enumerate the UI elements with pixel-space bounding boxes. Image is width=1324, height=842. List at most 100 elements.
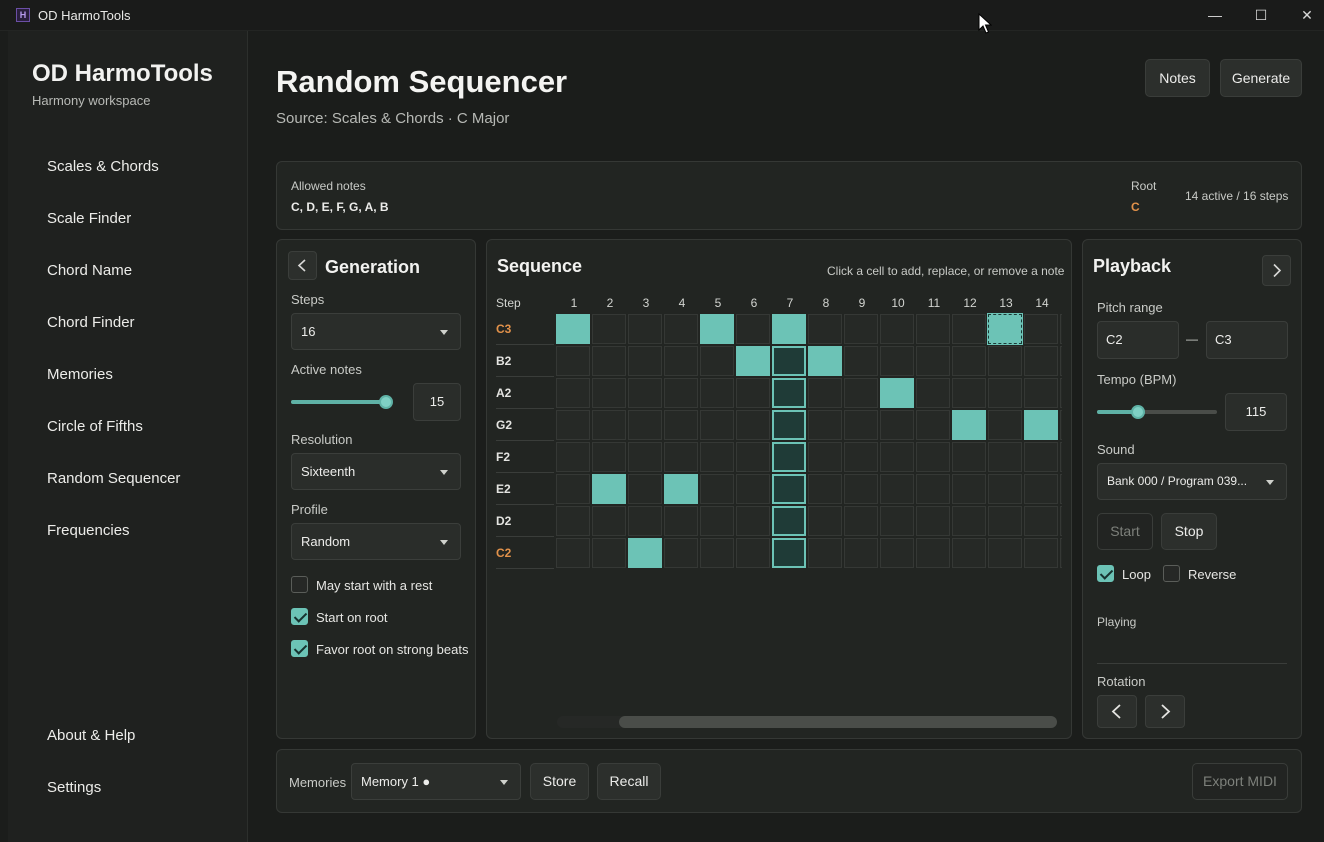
rotate-right-button[interactable]: [1145, 695, 1185, 728]
active-notes-input[interactable]: 15: [413, 383, 461, 421]
sequence-cell-a2-step-15[interactable]: [1060, 378, 1062, 408]
profile-select[interactable]: Random: [291, 523, 461, 560]
sequence-cell-b2-step-9[interactable]: [844, 346, 878, 376]
sequence-cell-d2-step-6[interactable]: [736, 506, 770, 536]
resolution-select[interactable]: Sixteenth: [291, 453, 461, 490]
sequence-cell-e2-step-14[interactable]: [1024, 474, 1058, 504]
sequence-cell-d2-step-11[interactable]: [916, 506, 950, 536]
sequence-cell-d2-step-10[interactable]: [880, 506, 914, 536]
sequence-cell-b2-step-12[interactable]: [952, 346, 986, 376]
start-on-root-checkbox[interactable]: [291, 608, 308, 625]
close-icon[interactable]: ✕: [1284, 0, 1324, 31]
sequence-cell-c2-step-8[interactable]: [808, 538, 842, 568]
sequence-cell-e2-step-8[interactable]: [808, 474, 842, 504]
sequence-cell-f2-step-14[interactable]: [1024, 442, 1058, 472]
sequence-cell-c2-step-14[interactable]: [1024, 538, 1058, 568]
sequence-cell-c2-step-1[interactable]: [556, 538, 590, 568]
sequence-cell-c2-step-7[interactable]: [772, 538, 806, 568]
sequence-cell-g2-step-15[interactable]: [1060, 410, 1062, 440]
sequence-cell-c2-step-12[interactable]: [952, 538, 986, 568]
sequence-cell-f2-step-11[interactable]: [916, 442, 950, 472]
scrollbar-thumb[interactable]: [619, 716, 1057, 728]
sequence-cell-f2-step-12[interactable]: [952, 442, 986, 472]
export-midi-button[interactable]: Export MIDI: [1192, 763, 1288, 800]
sidebar-item-frequencies[interactable]: Frequencies: [47, 522, 130, 539]
rotate-left-button[interactable]: [1097, 695, 1137, 728]
sequence-cell-g2-step-7[interactable]: [772, 410, 806, 440]
steps-select[interactable]: 16: [291, 313, 461, 350]
sequence-cell-d2-step-12[interactable]: [952, 506, 986, 536]
sequence-cell-f2-step-7[interactable]: [772, 442, 806, 472]
sequence-cell-a2-step-1[interactable]: [556, 378, 590, 408]
sequence-cell-d2-step-3[interactable]: [628, 506, 662, 536]
sequence-cell-c2-step-3[interactable]: [628, 538, 662, 568]
sequence-cell-e2-step-2[interactable]: [592, 474, 626, 504]
sequence-cell-a2-step-3[interactable]: [628, 378, 662, 408]
sequence-cell-a2-step-6[interactable]: [736, 378, 770, 408]
sidebar-item-memories[interactable]: Memories: [47, 366, 113, 383]
sequence-cell-f2-step-5[interactable]: [700, 442, 734, 472]
sequence-cell-g2-step-3[interactable]: [628, 410, 662, 440]
collapse-right-button[interactable]: [1262, 255, 1291, 286]
sequence-cell-e2-step-9[interactable]: [844, 474, 878, 504]
tempo-slider-thumb[interactable]: [1130, 405, 1145, 419]
sequence-cell-b2-step-6[interactable]: [736, 346, 770, 376]
pitch-low-input[interactable]: C2: [1097, 321, 1179, 359]
sequence-cell-a2-step-8[interactable]: [808, 378, 842, 408]
sequence-cell-f2-step-8[interactable]: [808, 442, 842, 472]
sequence-cell-b2-step-14[interactable]: [1024, 346, 1058, 376]
sequence-cell-c3-step-6[interactable]: [736, 314, 770, 344]
sequence-cell-e2-step-11[interactable]: [916, 474, 950, 504]
sequence-cell-g2-step-14[interactable]: [1024, 410, 1058, 440]
sequence-cell-c3-step-5[interactable]: [700, 314, 734, 344]
sequence-cell-a2-step-5[interactable]: [700, 378, 734, 408]
sequence-cell-f2-step-2[interactable]: [592, 442, 626, 472]
sequence-cell-g2-step-10[interactable]: [880, 410, 914, 440]
sequence-cell-f2-step-13[interactable]: [988, 442, 1022, 472]
sequence-cell-b2-step-13[interactable]: [988, 346, 1022, 376]
sequence-cell-f2-step-15[interactable]: [1060, 442, 1062, 472]
sequence-cell-c2-step-10[interactable]: [880, 538, 914, 568]
sequence-cell-f2-step-1[interactable]: [556, 442, 590, 472]
sequence-cell-b2-step-5[interactable]: [700, 346, 734, 376]
sequence-cell-a2-step-2[interactable]: [592, 378, 626, 408]
generate-button[interactable]: Generate: [1220, 59, 1302, 97]
sequence-cell-e2-step-7[interactable]: [772, 474, 806, 504]
memory-select[interactable]: Memory 1 ●: [351, 763, 521, 800]
sequence-cell-d2-step-1[interactable]: [556, 506, 590, 536]
pitch-high-input[interactable]: C3: [1206, 321, 1288, 359]
start-button[interactable]: Start: [1097, 513, 1153, 550]
sequence-cell-e2-step-15[interactable]: [1060, 474, 1062, 504]
sequence-cell-a2-step-12[interactable]: [952, 378, 986, 408]
sequence-cell-c2-step-13[interactable]: [988, 538, 1022, 568]
sequence-cell-e2-step-5[interactable]: [700, 474, 734, 504]
recall-button[interactable]: Recall: [597, 763, 661, 800]
sequence-cell-c3-step-15[interactable]: [1060, 314, 1062, 344]
sequence-cell-b2-step-11[interactable]: [916, 346, 950, 376]
sequence-cell-c3-step-3[interactable]: [628, 314, 662, 344]
sequence-cell-c2-step-2[interactable]: [592, 538, 626, 568]
sequence-cell-a2-step-4[interactable]: [664, 378, 698, 408]
sequence-cell-d2-step-14[interactable]: [1024, 506, 1058, 536]
active-notes-slider-thumb[interactable]: [379, 395, 393, 409]
collapse-left-button[interactable]: [288, 251, 317, 280]
sidebar-item-scales-chords[interactable]: Scales & Chords: [47, 158, 159, 175]
sequence-cell-b2-step-10[interactable]: [880, 346, 914, 376]
sequence-cell-d2-step-13[interactable]: [988, 506, 1022, 536]
sequence-cell-f2-step-9[interactable]: [844, 442, 878, 472]
sequence-cell-g2-step-11[interactable]: [916, 410, 950, 440]
sequence-cell-e2-step-6[interactable]: [736, 474, 770, 504]
reverse-checkbox[interactable]: [1163, 565, 1180, 582]
sequence-cell-c3-step-8[interactable]: [808, 314, 842, 344]
sequence-cell-c2-step-5[interactable]: [700, 538, 734, 568]
sequence-cell-c3-step-7[interactable]: [772, 314, 806, 344]
sequence-cell-f2-step-4[interactable]: [664, 442, 698, 472]
sequence-cell-e2-step-1[interactable]: [556, 474, 590, 504]
sequence-cell-e2-step-3[interactable]: [628, 474, 662, 504]
may-start-rest-checkbox[interactable]: [291, 576, 308, 593]
sidebar-item-random-sequencer[interactable]: Random Sequencer: [47, 470, 180, 487]
sequence-cell-d2-step-15[interactable]: [1060, 506, 1062, 536]
sequence-cell-a2-step-13[interactable]: [988, 378, 1022, 408]
sequence-cell-g2-step-2[interactable]: [592, 410, 626, 440]
sequence-cell-d2-step-7[interactable]: [772, 506, 806, 536]
